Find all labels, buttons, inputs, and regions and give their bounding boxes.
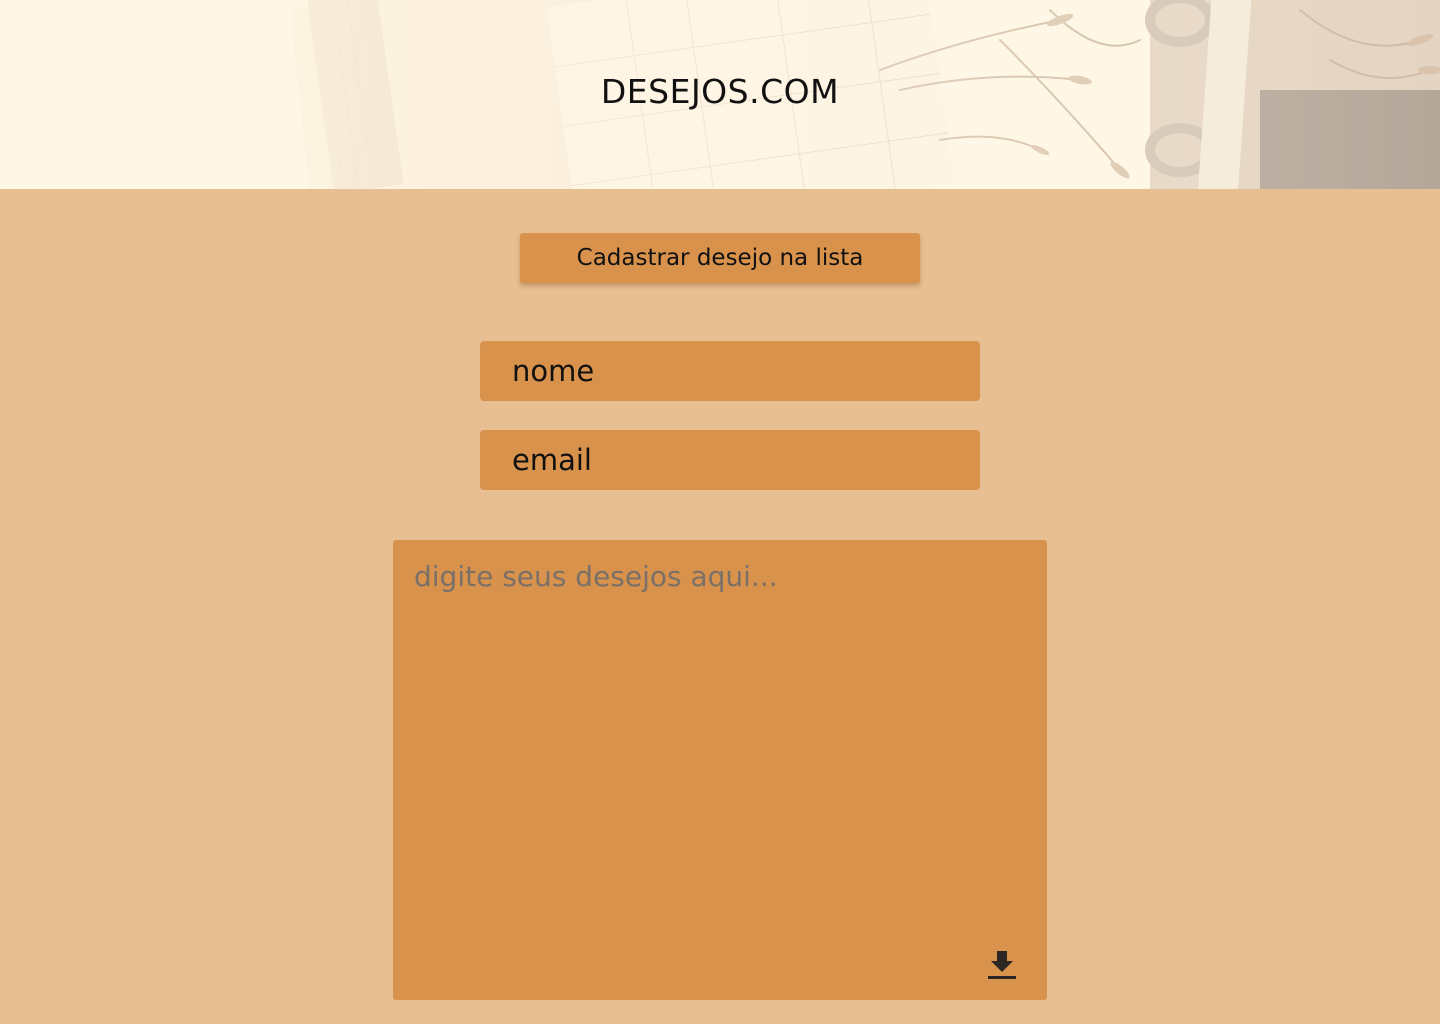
download-icon[interactable] (987, 949, 1017, 981)
name-field[interactable] (480, 341, 980, 401)
wishes-textarea[interactable] (393, 540, 1047, 1000)
email-field[interactable] (480, 430, 980, 490)
header-banner: DESEJOS.COM (0, 0, 1440, 189)
submit-wish-button[interactable]: Cadastrar desejo na lista (520, 233, 920, 283)
site-title: DESEJOS.COM (600, 72, 840, 111)
wish-form: Cadastrar desejo na lista (0, 189, 1440, 1024)
wishes-panel (393, 540, 1047, 1000)
